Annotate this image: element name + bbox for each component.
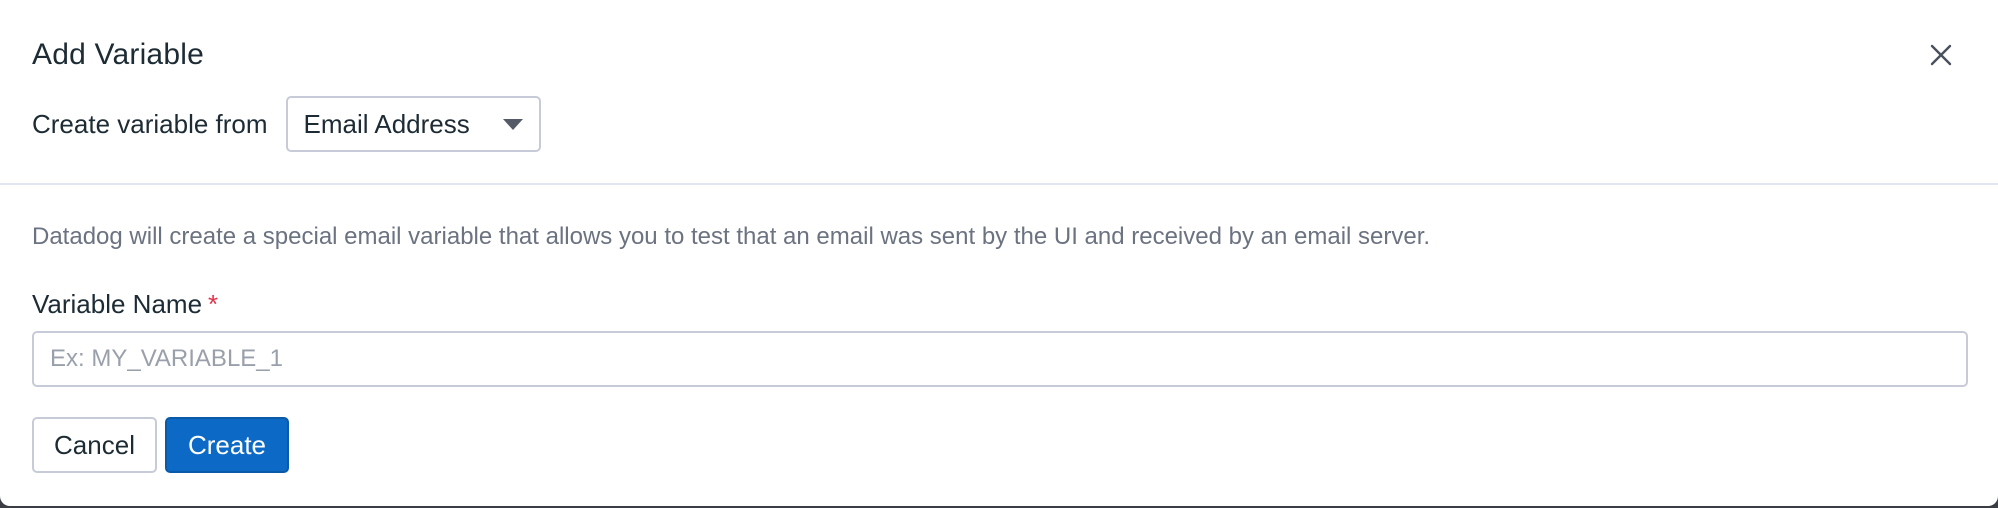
create-button[interactable]: Create xyxy=(165,417,289,473)
variable-source-row: Create variable from Email Address xyxy=(32,96,541,152)
dialog-header: Add Variable Create variable from Email … xyxy=(0,0,1998,185)
dialog-title: Add Variable xyxy=(32,38,204,71)
close-icon xyxy=(1930,44,1952,66)
add-variable-dialog: Add Variable Create variable from Email … xyxy=(0,0,1998,506)
variable-name-input[interactable] xyxy=(32,331,1968,387)
dialog-actions: Cancel Create xyxy=(32,417,289,473)
close-button[interactable] xyxy=(1924,38,1958,72)
variable-source-value: Email Address xyxy=(303,108,470,139)
variable-description: Datadog will create a special email vari… xyxy=(32,223,1431,250)
variable-source-label: Create variable from xyxy=(32,108,268,139)
caret-down-icon xyxy=(502,119,523,130)
variable-source-select[interactable]: Email Address xyxy=(285,96,541,152)
variable-name-label: Variable Name * xyxy=(32,289,218,320)
required-marker: * xyxy=(208,289,219,319)
variable-name-label-text: Variable Name xyxy=(32,289,203,319)
cancel-button[interactable]: Cancel xyxy=(32,417,157,473)
